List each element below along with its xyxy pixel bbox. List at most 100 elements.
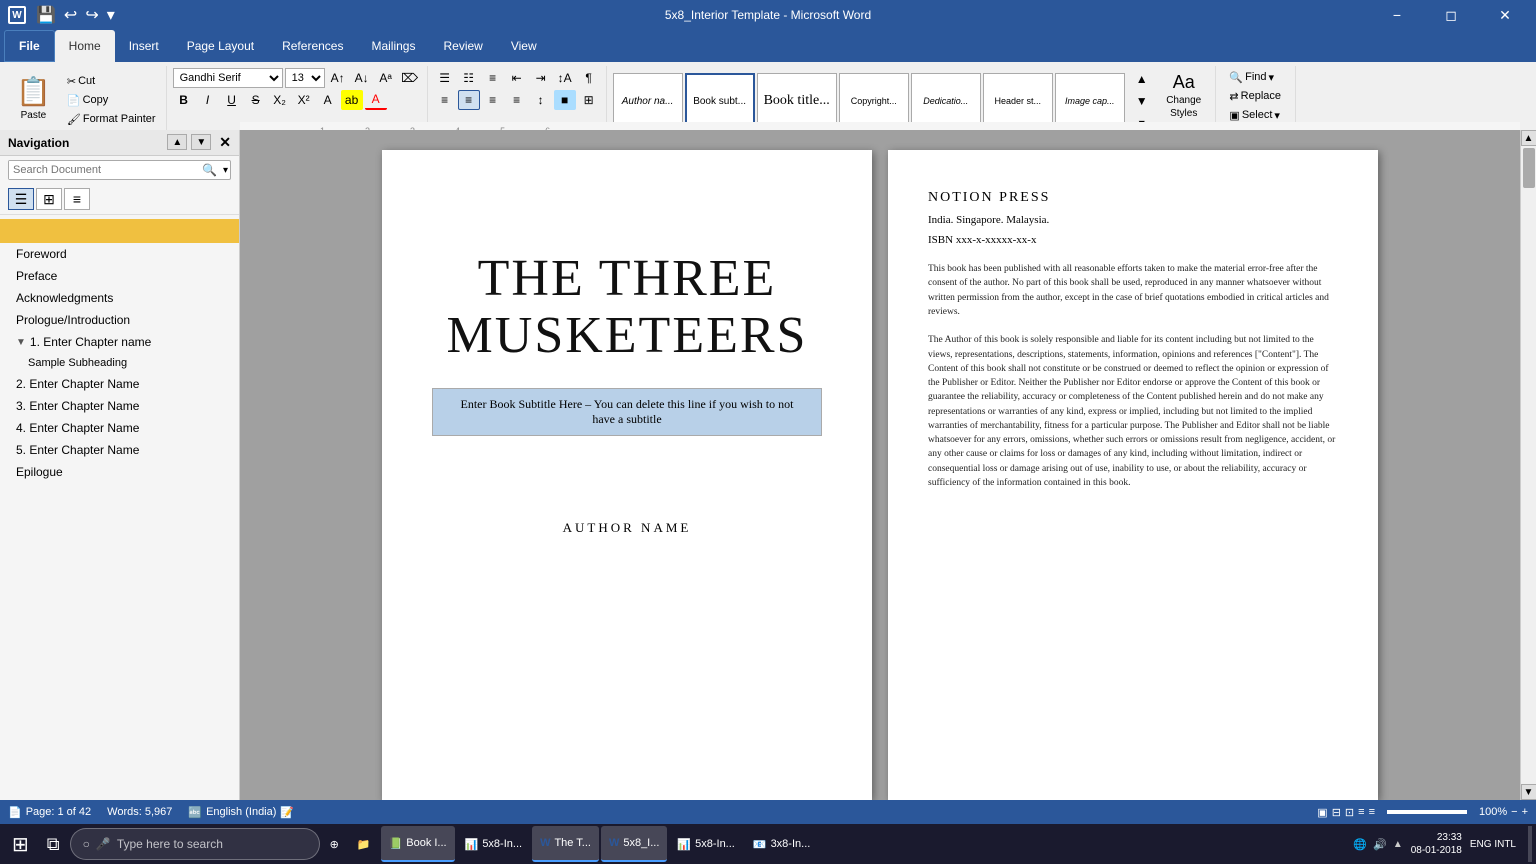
increase-indent-button[interactable]: ⇥ — [530, 68, 552, 88]
restore-button[interactable]: ◻ — [1428, 0, 1474, 30]
nav-item-preface[interactable]: Preface — [0, 265, 239, 287]
nav-view-results[interactable]: ≡ — [64, 188, 90, 210]
scroll-down-arrow[interactable]: ▼ — [1521, 784, 1536, 800]
font-color-button[interactable]: A — [365, 90, 387, 110]
print-layout-btn[interactable]: ▣ — [1317, 806, 1327, 819]
copy-button[interactable]: 📄 Copy — [63, 91, 160, 109]
tab-home[interactable]: Home — [55, 30, 115, 62]
taskbar-app-word2[interactable]: W 5x8_I... — [601, 826, 667, 862]
styles-scroll-up[interactable]: ▲ — [1131, 69, 1153, 89]
line-spacing-button[interactable]: ↕ — [530, 90, 552, 110]
taskbar-app-word1[interactable]: W The T... — [532, 826, 599, 862]
minimize-button[interactable]: − — [1374, 0, 1420, 30]
volume-icon[interactable]: 🔊 — [1373, 838, 1387, 851]
nav-close-button[interactable]: ✕ — [219, 134, 231, 151]
search-button[interactable]: 🔍 — [198, 161, 221, 179]
scroll-thumb[interactable] — [1523, 148, 1535, 188]
style-header[interactable]: Header st... — [983, 73, 1053, 129]
redo-icon[interactable]: ↪ — [83, 3, 100, 27]
taskbar-app-chrome[interactable]: ⊕ — [322, 826, 347, 862]
paste-button[interactable]: 📋 Paste — [8, 68, 59, 128]
nav-view-pages[interactable]: ⊞ — [36, 188, 62, 210]
show-hide-button[interactable]: ¶ — [578, 68, 600, 88]
align-right-button[interactable]: ≡ — [482, 90, 504, 110]
outline-btn[interactable]: ≡ — [1358, 806, 1364, 818]
taskbar-app-excel1[interactable]: 📊 5x8-In... — [457, 826, 530, 862]
zoom-out-btn[interactable]: − — [1511, 806, 1517, 818]
close-button[interactable]: ✕ — [1482, 0, 1528, 30]
zoom-in-btn[interactable]: + — [1522, 806, 1528, 818]
shading-button[interactable]: ■ — [554, 90, 576, 110]
taskbar-app-email[interactable]: 📧 3x8-In... — [745, 826, 818, 862]
superscript-button[interactable]: X² — [293, 90, 315, 110]
page-title[interactable]: THE THREE MUSKETEERS Enter Book Subtitle… — [382, 150, 872, 800]
style-book-title[interactable]: Book title... — [757, 73, 837, 129]
customize-icon[interactable]: ▾ — [105, 3, 117, 27]
taskbar-app-book1[interactable]: 📗 Book I... — [381, 826, 455, 862]
nav-move-down[interactable]: ▼ — [191, 134, 211, 150]
nav-item-prologue[interactable]: Prologue/Introduction — [0, 309, 239, 331]
strikethrough-button[interactable]: S — [245, 90, 267, 110]
tab-page-layout[interactable]: Page Layout — [173, 30, 268, 62]
align-center-button[interactable]: ≡ — [458, 90, 480, 110]
style-author-name[interactable]: Author na... — [613, 73, 683, 129]
borders-button[interactable]: ⊞ — [578, 90, 600, 110]
undo-icon[interactable]: ↩ — [62, 3, 79, 27]
tab-review[interactable]: Review — [429, 30, 496, 62]
font-size-select[interactable]: 13 — [285, 68, 325, 88]
styles-scroll-down[interactable]: ▼ — [1131, 91, 1153, 111]
tab-view[interactable]: View — [497, 30, 551, 62]
clear-format-button[interactable]: ⌦ — [399, 68, 421, 88]
draft-btn[interactable]: ≡ — [1369, 806, 1375, 818]
nav-item-chapter5[interactable]: 5. Enter Chapter Name — [0, 439, 239, 461]
taskbar-app-explorer[interactable]: 📁 — [349, 826, 379, 862]
justify-button[interactable]: ≡ — [506, 90, 528, 110]
nav-view-headings[interactable]: ☰ — [8, 188, 34, 210]
style-copyright[interactable]: Copyright... — [839, 73, 909, 129]
style-book-subtitle[interactable]: Book subt... — [685, 73, 755, 129]
nav-item-top[interactable] — [0, 219, 239, 243]
text-effects-button[interactable]: A — [317, 90, 339, 110]
subscript-button[interactable]: X₂ — [269, 90, 291, 110]
task-view-button[interactable]: ⧉ — [39, 826, 68, 862]
search-dropdown[interactable]: ▾ — [221, 163, 230, 178]
cut-button[interactable]: ✂ Cut — [63, 72, 160, 90]
highlight-button[interactable]: ab — [341, 90, 363, 110]
underline-button[interactable]: U — [221, 90, 243, 110]
replace-button[interactable]: ⇄ Replace — [1225, 87, 1285, 105]
nav-move-up[interactable]: ▲ — [167, 134, 187, 150]
vertical-scrollbar[interactable]: ▲ ▼ — [1520, 130, 1536, 800]
change-case-button[interactable]: Aᵃ — [375, 68, 397, 88]
save-icon[interactable]: 💾 — [34, 3, 58, 27]
sort-button[interactable]: ↕A — [554, 68, 576, 88]
nav-item-chapter3[interactable]: 3. Enter Chapter Name — [0, 395, 239, 417]
font-name-select[interactable]: Gandhi Serif — [173, 68, 283, 88]
show-desktop-button[interactable] — [1528, 826, 1532, 862]
nav-item-chapter1[interactable]: ▼ 1. Enter Chapter name — [0, 331, 239, 353]
tab-file[interactable]: File — [4, 30, 55, 62]
multilevel-button[interactable]: ≡ — [482, 68, 504, 88]
tab-references[interactable]: References — [268, 30, 357, 62]
nav-item-chapter2[interactable]: 2. Enter Chapter Name — [0, 373, 239, 395]
nav-item-sample-subheading[interactable]: Sample Subheading — [0, 353, 239, 373]
nav-item-chapter4[interactable]: 4. Enter Chapter Name — [0, 417, 239, 439]
style-image-cap[interactable]: Image cap... — [1055, 73, 1125, 129]
network-icon[interactable]: 🌐 — [1353, 838, 1367, 851]
find-button[interactable]: 🔍 Find ▾ — [1225, 68, 1278, 86]
taskbar-search[interactable]: ○ 🎤 Type here to search — [70, 828, 320, 860]
bullets-button[interactable]: ☰ — [434, 68, 456, 88]
tab-mailings[interactable]: Mailings — [357, 30, 429, 62]
nav-item-epilogue[interactable]: Epilogue — [0, 461, 239, 483]
search-input[interactable] — [9, 161, 198, 179]
shrink-font-button[interactable]: A↓ — [351, 68, 373, 88]
format-painter-button[interactable]: 🖌 Format Painter — [63, 110, 160, 128]
numbering-button[interactable]: ☷ — [458, 68, 480, 88]
full-screen-btn[interactable]: ⊟ — [1332, 806, 1341, 819]
bold-button[interactable]: B — [173, 90, 195, 110]
style-dedication[interactable]: Dedicatio... — [911, 73, 981, 129]
system-clock[interactable]: 23:33 08-01-2018 — [1411, 831, 1462, 857]
web-layout-btn[interactable]: ⊡ — [1345, 806, 1354, 819]
start-button[interactable]: ⊞ — [4, 826, 37, 862]
subtitle-box[interactable]: Enter Book Subtitle Here – You can delet… — [432, 388, 822, 436]
grow-font-button[interactable]: A↑ — [327, 68, 349, 88]
